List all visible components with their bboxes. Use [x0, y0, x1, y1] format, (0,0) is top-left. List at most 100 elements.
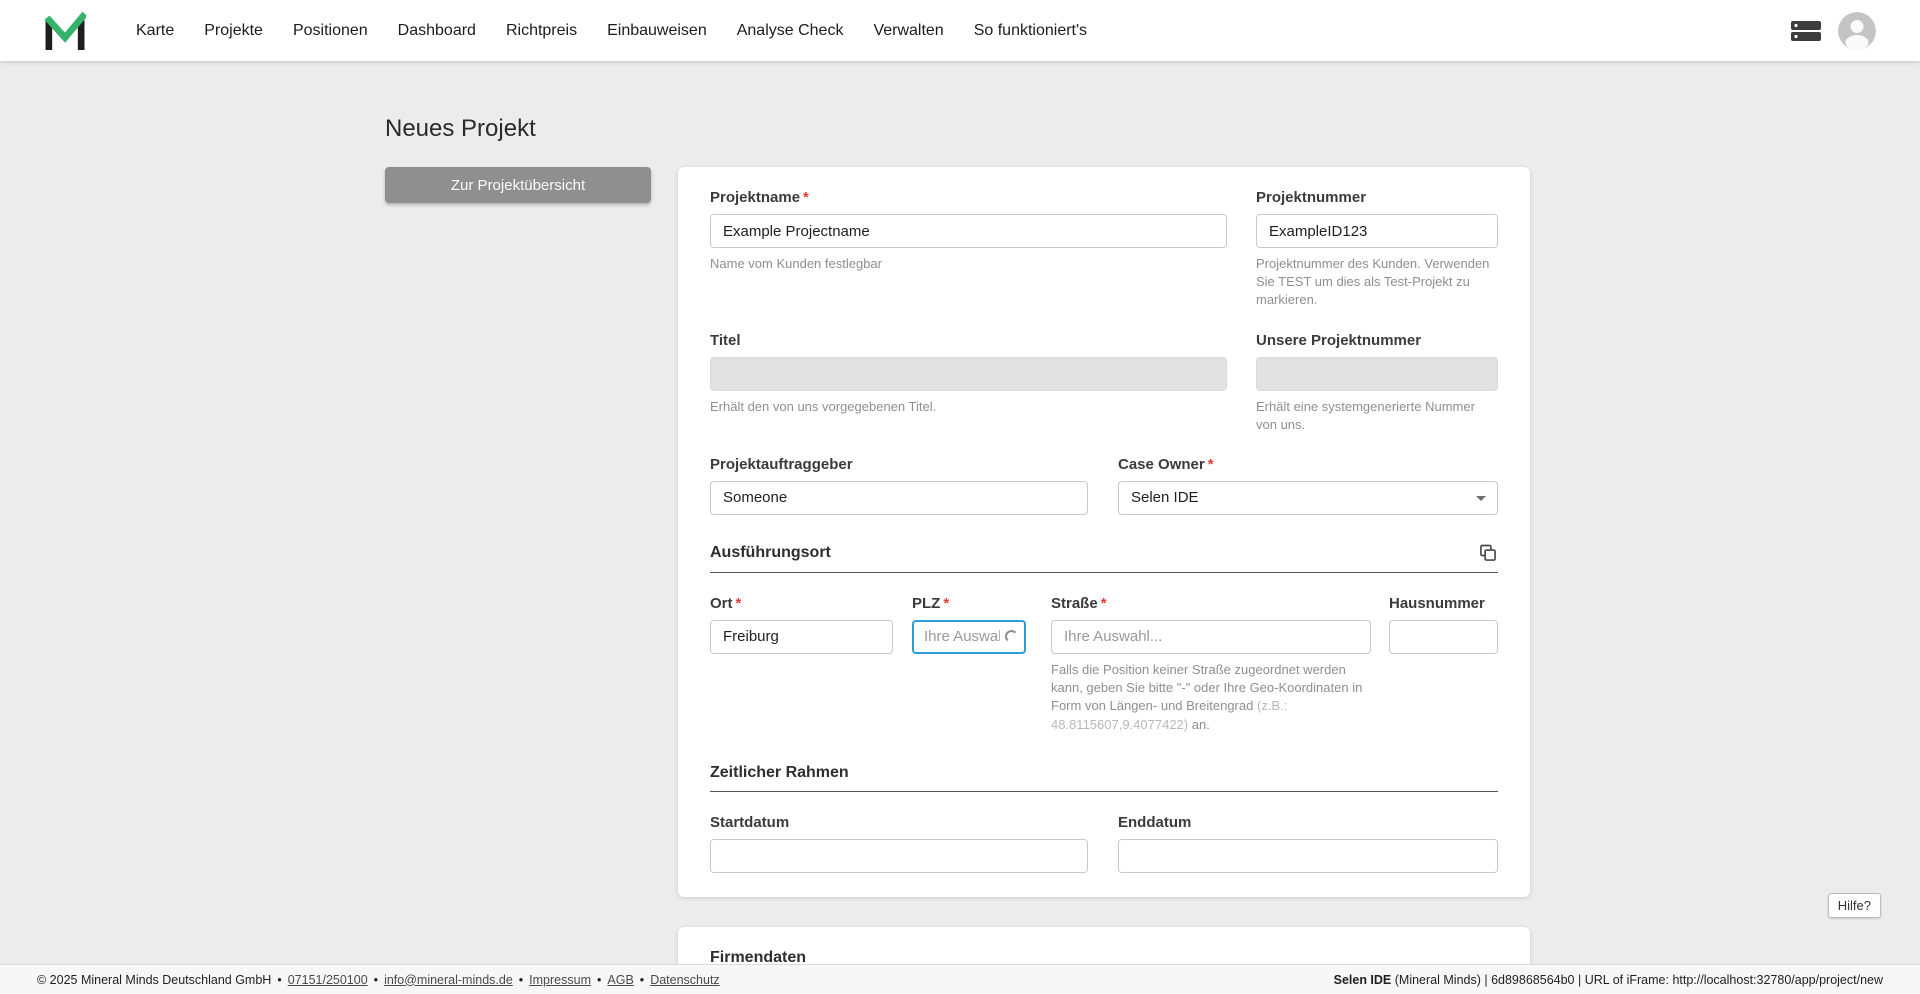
person-icon	[1838, 11, 1876, 50]
required-marker: *	[735, 594, 742, 612]
startdatum-input[interactable]	[710, 838, 1088, 873]
page-title: Neues Projekt	[385, 115, 536, 142]
nav-item-projekte[interactable]: Projekte	[204, 22, 263, 40]
enddatum-label: Enddatum	[1118, 814, 1498, 831]
strasse-label: Straße *	[1051, 595, 1371, 612]
plz-label-text: PLZ	[912, 594, 941, 612]
navbar-right	[1790, 11, 1876, 50]
help-button[interactable]: Hilfe?	[1827, 893, 1881, 918]
projektname-input[interactable]	[710, 214, 1227, 248]
nav-item-verwalten[interactable]: Verwalten	[873, 22, 943, 40]
firmendaten-title: Firmendaten	[710, 948, 807, 964]
projektnummer-label-text: Projektnummer	[1256, 189, 1367, 206]
projektnummer-input[interactable]	[1256, 214, 1498, 248]
field-projektnummer: Projektnummer Projektnummer des Kunden. …	[1256, 189, 1498, 310]
top-navbar: Karte Projekte Positionen Dashboard Rich…	[0, 0, 1920, 61]
separator: •	[277, 972, 282, 987]
field-startdatum: Startdatum	[710, 814, 1088, 873]
section-firmendaten: Firmendaten	[710, 949, 1498, 964]
hausnummer-input[interactable]	[1389, 619, 1498, 654]
separator: •	[373, 972, 379, 987]
case-owner-label-text: Case Owner	[1118, 455, 1205, 473]
ort-label-text: Ort	[710, 594, 733, 612]
nav-item-analyse-check[interactable]: Analyse Check	[737, 22, 844, 40]
nav-item-so-funktionierts[interactable]: So funktioniert's	[974, 22, 1087, 40]
ort-input[interactable]	[710, 619, 893, 654]
left-column: Zur Projektübersicht	[385, 167, 651, 203]
footer-link-agb[interactable]: AGB	[607, 973, 633, 987]
footer: © 2025 Mineral Minds Deutschland GmbH • …	[0, 964, 1920, 994]
loading-spinner-icon	[1005, 629, 1018, 643]
required-marker: *	[1100, 594, 1107, 612]
plz-input-wrap	[912, 619, 1026, 654]
firmendaten-card: Firmendaten	[678, 926, 1530, 964]
field-projektname: Projektname* Name vom Kunden festlegbar	[710, 189, 1227, 310]
projektauftraggeber-input[interactable]	[710, 480, 1088, 515]
nav-item-einbauweisen[interactable]: Einbauweisen	[607, 22, 707, 40]
startdatum-label: Startdatum	[710, 814, 1088, 831]
main-nav: Karte Projekte Positionen Dashboard Rich…	[136, 22, 1790, 40]
ausfuehrungsort-title: Ausführungsort	[710, 543, 831, 561]
required-marker: *	[1207, 455, 1214, 473]
enddatum-input[interactable]	[1118, 838, 1498, 873]
projektname-label-text: Projektname	[710, 189, 801, 206]
footer-left: © 2025 Mineral Minds Deutschland GmbH • …	[37, 973, 720, 987]
strasse-helper-suffix: an.	[1191, 716, 1210, 732]
footer-link-email[interactable]: info@mineral-minds.de	[384, 973, 513, 987]
ort-label: Ort *	[710, 595, 893, 612]
project-form-card: Projektname* Name vom Kunden festlegbar …	[678, 167, 1530, 897]
nav-item-dashboard[interactable]: Dashboard	[398, 22, 476, 40]
strasse-helper-main: Falls die Position keiner Straße zugeord…	[1051, 661, 1363, 714]
field-hausnummer: Hausnummer	[1389, 595, 1498, 734]
user-avatar[interactable]	[1838, 11, 1876, 50]
strasse-input[interactable]	[1051, 619, 1371, 654]
copyright-text: © 2025 Mineral Minds Deutschland GmbH	[37, 972, 272, 987]
separator: •	[597, 972, 602, 987]
nav-item-karte[interactable]: Karte	[136, 22, 174, 40]
copy-icon[interactable]	[1478, 543, 1498, 563]
unsere-projektnummer-helper: Erhält eine systemgenerierte Nummer von …	[1256, 398, 1475, 432]
case-owner-select[interactable]: Selen IDE	[1118, 480, 1498, 515]
logo-icon	[44, 11, 86, 50]
main-content: Neues Projekt Zur Projektübersicht Proje…	[0, 61, 1920, 964]
session-details: (Mineral Minds) | 6d89868564b0 | URL of …	[1391, 972, 1883, 987]
titel-label-text: Titel	[710, 331, 741, 349]
field-unsere-projektnummer: Unsere Projektnummer Erhält eine systemg…	[1256, 332, 1498, 434]
hausnummer-label-text: Hausnummer	[1389, 594, 1485, 612]
separator: •	[639, 972, 645, 987]
field-enddatum: Enddatum	[1118, 814, 1498, 873]
content-columns: Zur Projektübersicht Projektname* Name v…	[385, 167, 1920, 964]
section-ausfuehrungsort: Ausführungsort	[710, 543, 1498, 573]
titel-helper: Erhält den von uns vorgegebenen Titel.	[710, 398, 937, 414]
field-case-owner: Case Owner * Selen IDE	[1118, 456, 1498, 515]
server-icon[interactable]	[1790, 18, 1822, 44]
projektname-helper: Name vom Kunden festlegbar	[710, 256, 882, 271]
plz-label: PLZ *	[912, 595, 1026, 612]
help-button-label: Hilfe?	[1837, 898, 1871, 913]
startdatum-label-text: Startdatum	[710, 813, 790, 831]
zeitlicher-rahmen-title: Zeitlicher Rahmen	[710, 763, 849, 781]
projektnummer-helper: Projektnummer des Kunden. Verwenden Sie …	[1256, 256, 1490, 308]
case-owner-value: Selen IDE	[1131, 489, 1199, 507]
separator: •	[518, 972, 524, 987]
form-row: Startdatum Enddatum	[710, 814, 1498, 873]
unsere-projektnummer-label-text: Unsere Projektnummer	[1256, 331, 1422, 349]
required-marker: *	[803, 189, 809, 206]
field-titel: Titel Erhält den von uns vorgegebenen Ti…	[710, 332, 1227, 434]
form-row: Projektname* Name vom Kunden festlegbar …	[710, 189, 1498, 310]
projektname-label: Projektname *	[710, 189, 1227, 206]
footer-link-phone[interactable]: 07151/250100	[288, 973, 368, 987]
field-plz: PLZ *	[912, 595, 1026, 734]
form-row: Titel Erhält den von uns vorgegebenen Ti…	[710, 332, 1498, 434]
section-zeitlicher-rahmen: Zeitlicher Rahmen	[710, 764, 1498, 792]
back-to-projects-button[interactable]: Zur Projektübersicht	[385, 167, 651, 203]
nav-item-positionen[interactable]: Positionen	[293, 22, 368, 40]
form-row: Ort* PLZ*	[710, 595, 1498, 734]
nav-item-richtpreis[interactable]: Richtpreis	[506, 22, 577, 40]
field-strasse: Straße* Falls die Position keiner Straße…	[1051, 595, 1371, 734]
unsere-projektnummer-label: Unsere Projektnummer	[1256, 332, 1498, 349]
footer-link-impressum[interactable]: Impressum	[529, 973, 591, 987]
footer-link-datenschutz[interactable]: Datenschutz	[650, 973, 719, 987]
logo[interactable]	[44, 11, 86, 50]
projektauftraggeber-label: Projektauftraggeber	[710, 456, 1088, 473]
